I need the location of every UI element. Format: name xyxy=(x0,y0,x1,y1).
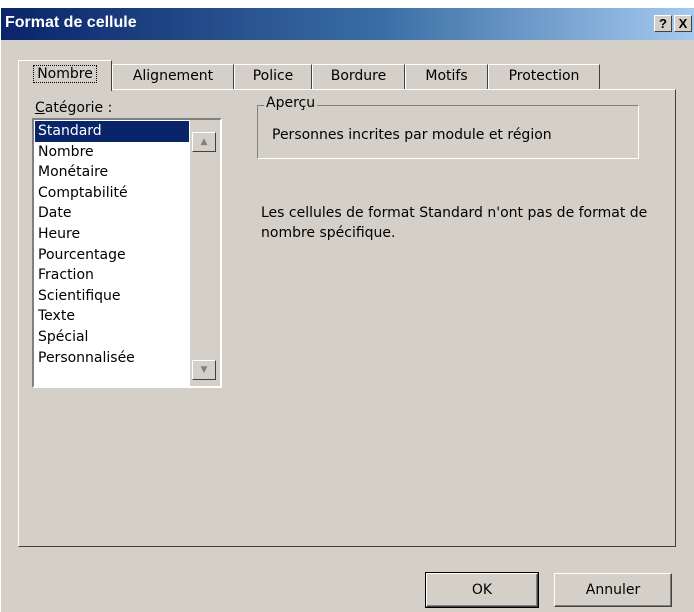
help-button[interactable]: ? xyxy=(654,15,672,32)
format-cells-dialog: Format de cellule ? X Nombre Alignement … xyxy=(0,8,694,612)
category-item-fraction[interactable]: Fraction xyxy=(35,265,189,286)
category-label: Catégorie : xyxy=(35,100,113,116)
category-item-comptabilite[interactable]: Comptabilité xyxy=(35,183,189,204)
category-item-personnalisee[interactable]: Personnalisée xyxy=(35,348,189,369)
tab-label: Police xyxy=(252,68,294,84)
tab-police[interactable]: Police xyxy=(234,64,312,89)
category-item-texte[interactable]: Texte xyxy=(35,306,189,327)
tab-bar: Nombre Alignement Police Bordure Motifs … xyxy=(18,60,658,91)
scroll-up-icon[interactable]: ▲ xyxy=(192,132,216,152)
scroll-down-icon[interactable]: ▼ xyxy=(192,360,216,380)
format-description: Les cellules de format Standard n'ont pa… xyxy=(261,205,648,241)
category-listbox[interactable]: Standard Nombre Monétaire Comptabilité D… xyxy=(32,118,222,388)
close-button[interactable]: X xyxy=(674,15,692,32)
category-item-standard[interactable]: Standard xyxy=(35,121,189,142)
category-item-pourcentage[interactable]: Pourcentage xyxy=(35,245,189,266)
tab-motifs[interactable]: Motifs xyxy=(405,64,488,89)
category-item-scientifique[interactable]: Scientifique xyxy=(35,286,189,307)
tab-alignement[interactable]: Alignement xyxy=(112,64,234,89)
tab-nombre[interactable]: Nombre xyxy=(18,60,112,91)
category-item-monetaire[interactable]: Monétaire xyxy=(35,162,189,183)
category-item-nombre[interactable]: Nombre xyxy=(35,142,189,163)
ok-button[interactable]: OK xyxy=(425,572,539,608)
tab-label: Motifs xyxy=(425,68,468,84)
tab-label: Nombre xyxy=(33,65,97,83)
window-title: Format de cellule xyxy=(5,14,137,31)
preview-legend: Aperçu xyxy=(264,95,318,111)
category-item-heure[interactable]: Heure xyxy=(35,224,189,245)
category-item-date[interactable]: Date xyxy=(35,203,189,224)
cancel-button[interactable]: Annuler xyxy=(554,573,672,607)
preview-group: Aperçu Personnes incrites par module et … xyxy=(257,95,639,159)
category-list: Standard Nombre Monétaire Comptabilité D… xyxy=(35,121,189,368)
category-label-rest: atégorie : xyxy=(44,100,113,116)
tab-bordure[interactable]: Bordure xyxy=(312,64,405,89)
tab-protection[interactable]: Protection xyxy=(488,64,600,89)
category-scrollbar[interactable]: ▲ ▼ xyxy=(190,120,220,386)
tab-label: Protection xyxy=(508,68,580,84)
tab-label: Alignement xyxy=(132,68,214,84)
title-bar[interactable]: Format de cellule ? X xyxy=(1,8,694,40)
preview-value: Personnes incrites par module et région xyxy=(272,127,552,143)
category-item-special[interactable]: Spécial xyxy=(35,327,189,348)
tab-label: Bordure xyxy=(330,68,387,84)
